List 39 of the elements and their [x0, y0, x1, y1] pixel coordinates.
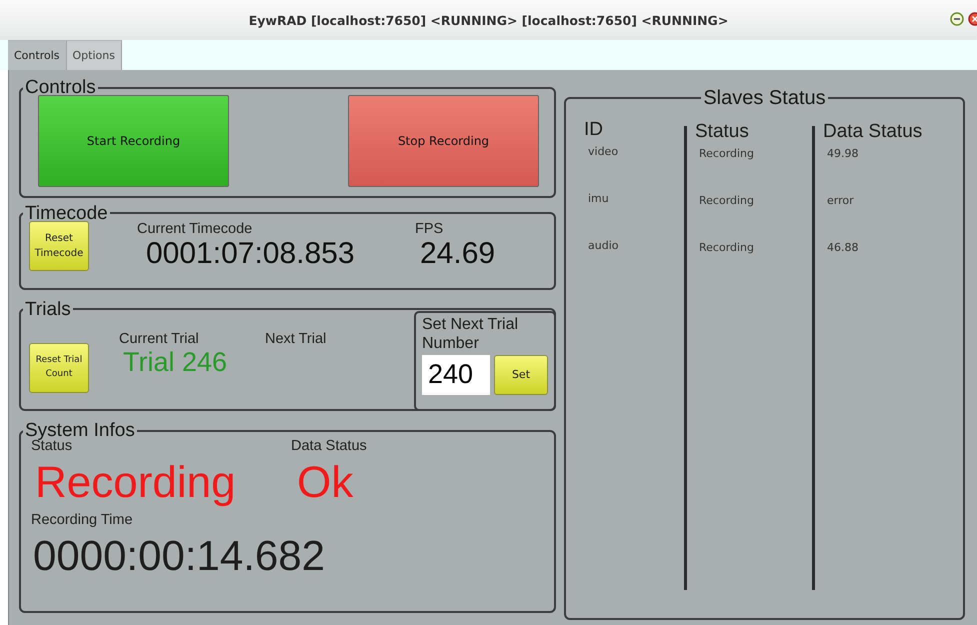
table-cell-text: Recording — [698, 194, 756, 207]
recording-time-value: 0000:00:14.682 — [33, 532, 325, 580]
set-button[interactable]: Set — [494, 354, 548, 395]
tab[interactable]: Controls — [8, 40, 66, 70]
window-title: EywRAD [localhost:7650] <RUNNING> [localhost:7650] <RUNNING> — [248, 12, 728, 28]
set-next-trial-title: Set Next Trial Number — [422, 314, 520, 353]
table-cell-text: 46.88 — [826, 241, 860, 254]
group-title: Trials — [25, 298, 71, 320]
current-timecode-label: Current Timecode — [137, 220, 254, 237]
table-cell-text: video — [587, 145, 620, 158]
data-status-value: Ok — [297, 458, 354, 508]
current-trial-label: Current Trial — [119, 330, 200, 347]
column-header: Data Status — [823, 122, 924, 141]
status-value: Recording — [35, 458, 236, 508]
start-recording-button[interactable]: Start Recording — [38, 95, 229, 187]
current-trial-value: Trial 246 — [123, 346, 228, 378]
next-trial-label: Next Trial — [265, 330, 326, 347]
group-title: Slaves Status — [703, 87, 826, 109]
fps-value: 24.69 — [420, 236, 496, 271]
current-timecode-value: 0001:07:08.853 — [146, 236, 356, 271]
stop-recording-button[interactable]: Stop Recording — [348, 95, 539, 187]
column-header: Status — [695, 122, 750, 141]
table-cell-text: error — [826, 194, 855, 207]
reset-trial-count-button[interactable]: Reset Trial Count — [29, 342, 89, 393]
reset-timecode-button[interactable]: Reset Timecode — [29, 220, 89, 271]
tab[interactable]: Options — [66, 40, 122, 70]
recording-time-label: Recording Time — [31, 512, 134, 528]
group-title: Controls — [25, 77, 96, 98]
fps-label: FPS — [415, 220, 444, 237]
minimize-icon[interactable] — [950, 12, 964, 26]
column-header: ID — [584, 120, 604, 139]
table-cell-text: Recording — [698, 147, 756, 160]
table-cell-text: 49.98 — [826, 147, 860, 160]
table-cell-text: audio — [587, 239, 620, 252]
table-cell-text: imu — [587, 192, 610, 205]
trial-number-field[interactable]: 240 — [422, 354, 490, 395]
close-icon[interactable] — [968, 12, 977, 26]
table-cell-text: Recording — [698, 241, 756, 254]
data-status-label: Data Status — [291, 438, 367, 454]
